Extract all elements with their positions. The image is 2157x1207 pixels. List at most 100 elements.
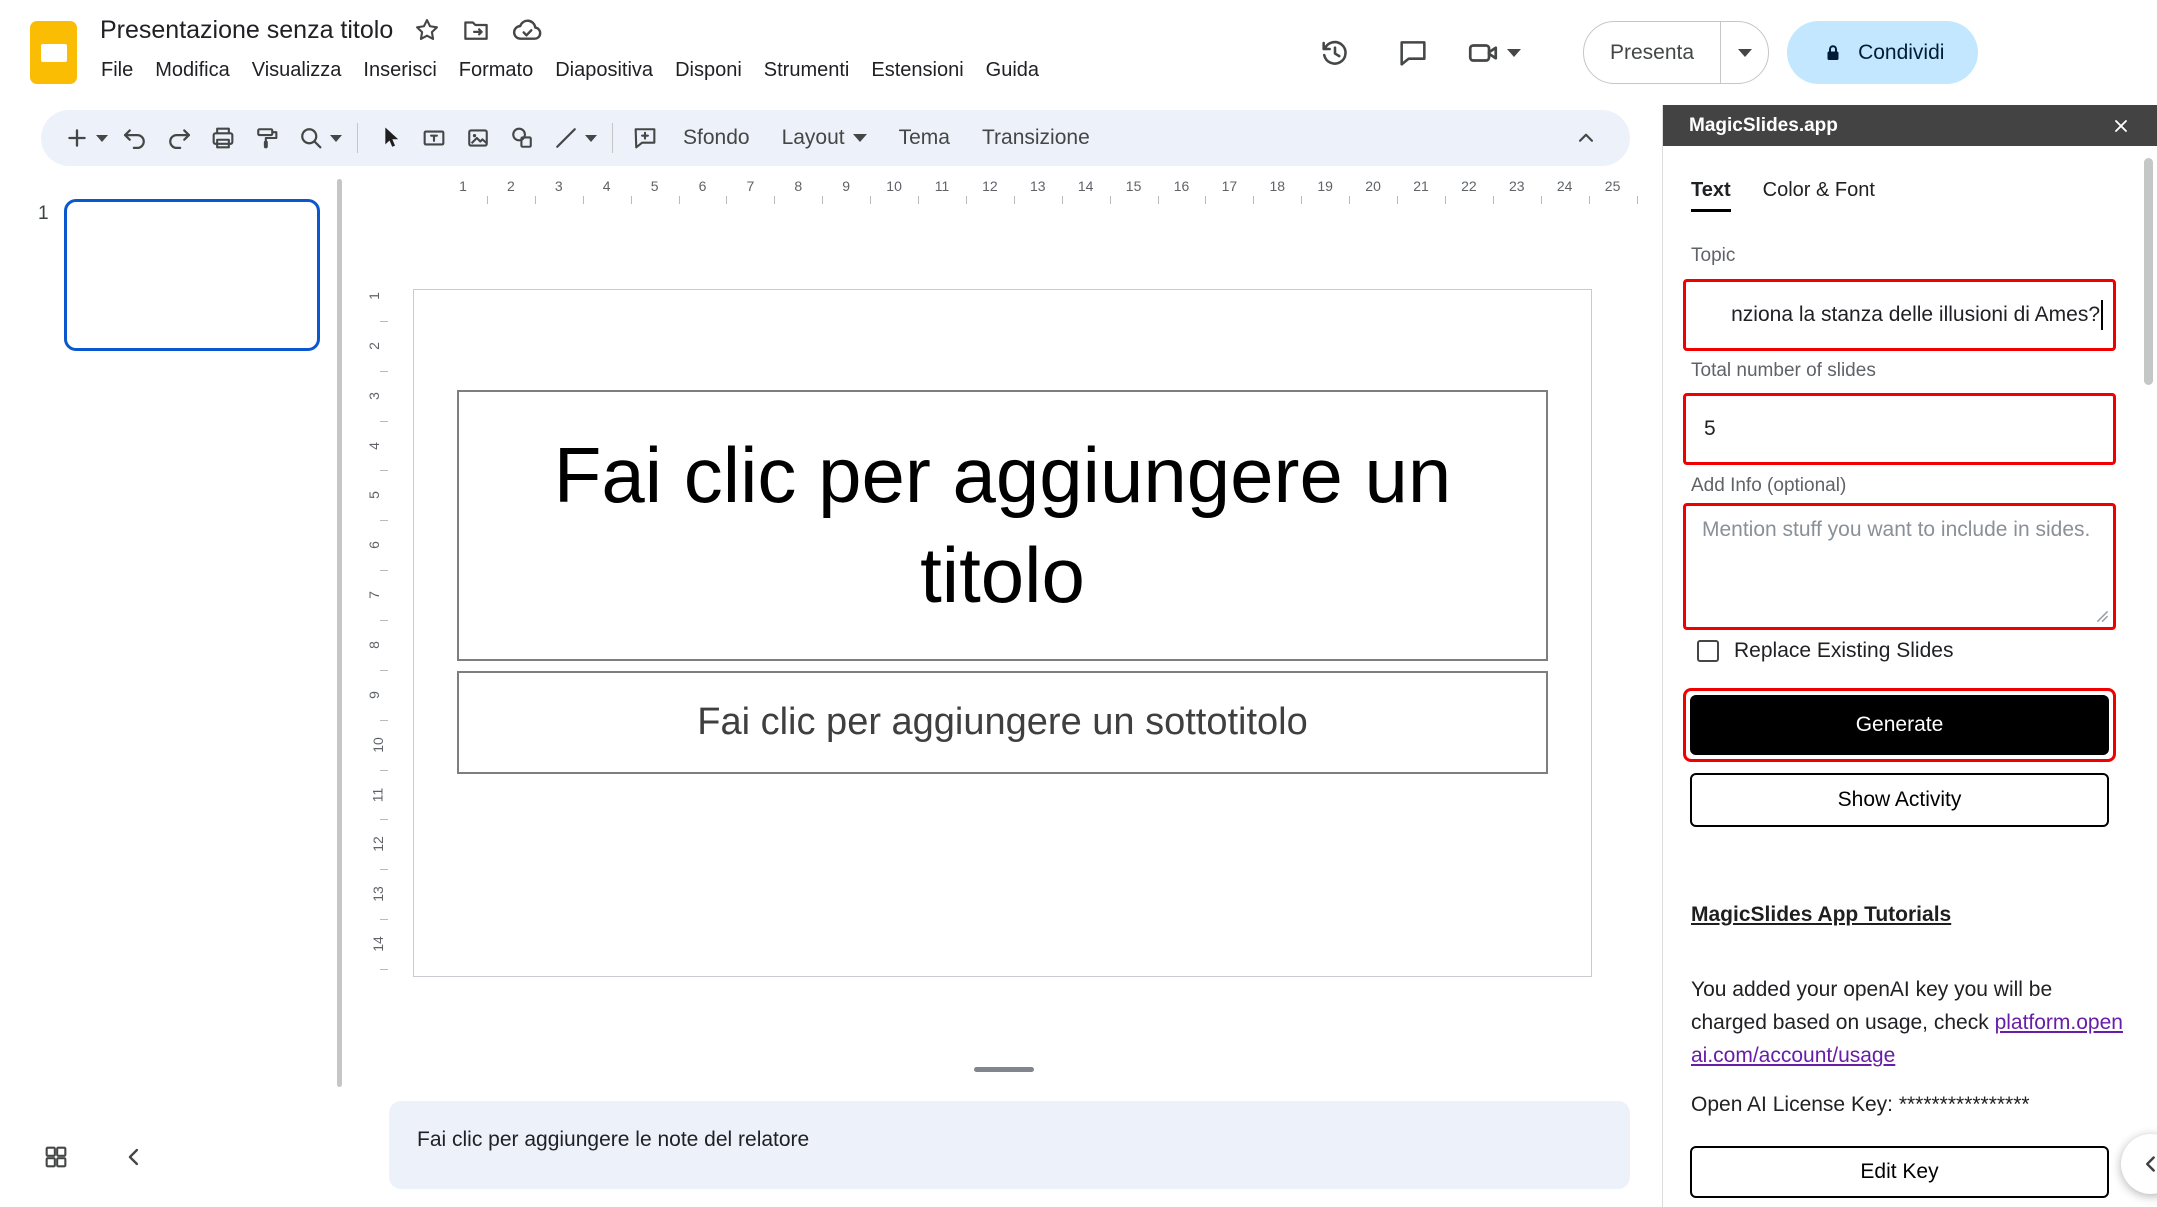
ruler-number: 9 — [366, 691, 382, 699]
present-button[interactable]: Presenta — [1584, 22, 1720, 83]
ruler-tick — [380, 520, 388, 521]
ruler-number: 7 — [366, 591, 382, 599]
resize-grip-icon[interactable] — [2095, 609, 2110, 624]
ruler-number: 10 — [886, 178, 902, 194]
toolbar: Sfondo Layout Tema Transizione — [0, 105, 1662, 171]
ruler-tick — [1014, 196, 1015, 204]
subtitle-placeholder-box[interactable]: Fai clic per aggiungere un sottotitolo — [457, 671, 1548, 774]
print-button[interactable] — [201, 116, 245, 160]
edit-key-button[interactable]: Edit Key — [1690, 1146, 2109, 1198]
openai-note: You added your openAI key you will be ch… — [1691, 973, 2131, 1072]
sidebar-scrollbar[interactable] — [2144, 158, 2153, 385]
menu-formato[interactable]: Formato — [448, 53, 544, 88]
close-sidebar-button[interactable] — [2111, 116, 2131, 136]
sidebar-tabs: Text Color & Font — [1691, 179, 1875, 212]
insert-image-button[interactable] — [456, 116, 500, 160]
total-slides-input[interactable] — [1683, 393, 2116, 465]
filmstrip-scrollbar[interactable] — [337, 179, 342, 1087]
layout-button[interactable]: Layout — [766, 118, 883, 158]
background-button[interactable]: Sfondo — [667, 118, 766, 158]
insert-textbox-button[interactable] — [412, 116, 456, 160]
license-key-value: **************** — [1899, 1093, 2030, 1116]
collapse-toolbar-button[interactable] — [1564, 116, 1608, 160]
undo-button[interactable] — [113, 116, 157, 160]
caret-down-icon[interactable] — [1507, 49, 1521, 57]
menu-modifica[interactable]: Modifica — [144, 53, 240, 88]
menu-visualizza[interactable]: Visualizza — [241, 53, 353, 88]
collapse-filmstrip-button[interactable] — [108, 1131, 160, 1183]
version-history-button[interactable] — [1309, 27, 1361, 79]
zoom-caret[interactable] — [327, 135, 345, 142]
add-comment-button[interactable] — [623, 116, 667, 160]
title-placeholder-box[interactable]: Fai clic per aggiungere un titolo — [457, 390, 1548, 661]
star-icon[interactable] — [413, 16, 441, 44]
new-slide-caret[interactable] — [93, 135, 111, 142]
meet-camera-button[interactable] — [1465, 35, 1553, 71]
select-tool-button[interactable] — [368, 116, 412, 160]
ruler-tick — [1589, 196, 1590, 204]
notes-resize-handle[interactable] — [974, 1067, 1034, 1072]
redo-button[interactable] — [157, 116, 201, 160]
ruler-number: 12 — [370, 837, 386, 853]
theme-button[interactable]: Tema — [883, 118, 966, 158]
ruler-number: 10 — [370, 737, 386, 753]
vertical-ruler: 1234567891011121314 — [352, 171, 392, 1091]
ruler-tick — [1397, 196, 1398, 204]
menu-file[interactable]: File — [90, 53, 144, 88]
grid-view-button[interactable] — [30, 1131, 82, 1183]
tab-color-font[interactable]: Color & Font — [1763, 179, 1875, 212]
caret-down-icon — [585, 135, 597, 142]
google-slides-logo[interactable] — [30, 21, 77, 84]
ruler-tick — [870, 196, 871, 204]
ruler-number: 22 — [1461, 178, 1477, 194]
present-options-caret[interactable] — [1720, 22, 1768, 83]
ruler-tick — [1253, 196, 1254, 204]
open-comments-button[interactable] — [1387, 27, 1439, 79]
menu-strumenti[interactable]: Strumenti — [753, 53, 861, 88]
line-caret[interactable] — [582, 135, 600, 142]
add-info-textarea[interactable] — [1686, 506, 2113, 627]
show-activity-button[interactable]: Show Activity — [1690, 773, 2109, 827]
ruler-number: 12 — [982, 178, 998, 194]
speaker-notes[interactable]: Fai clic per aggiungere le note del rela… — [389, 1101, 1630, 1189]
share-button[interactable]: Condividi — [1787, 21, 1978, 84]
caret-down-icon — [1738, 49, 1752, 57]
ruler-tick — [1062, 196, 1063, 204]
line-icon — [552, 124, 580, 152]
ruler-tick — [380, 819, 388, 820]
ruler-tick — [380, 869, 388, 870]
paint-format-button[interactable] — [245, 116, 289, 160]
menu-estensioni[interactable]: Estensioni — [860, 53, 974, 88]
ruler-number: 3 — [366, 392, 382, 400]
menu-inserisci[interactable]: Inserisci — [352, 53, 447, 88]
ruler-tick — [380, 670, 388, 671]
printer-icon — [209, 124, 237, 152]
close-icon — [2111, 116, 2131, 136]
chevron-left-icon — [2138, 1151, 2157, 1177]
horizontal-ruler: 1234567891011121314151617181920212223242… — [344, 171, 1662, 209]
top-bar: Presentazione senza titolo File Modifica… — [0, 0, 2157, 105]
menu-diapositiva[interactable]: Diapositiva — [544, 53, 664, 88]
ruler-tick — [380, 919, 388, 920]
topic-input[interactable]: nziona la stanza delle illusioni di Ames… — [1683, 279, 2116, 351]
document-title[interactable]: Presentazione senza titolo — [100, 16, 393, 45]
menu-disponi[interactable]: Disponi — [664, 53, 753, 88]
ruler-tick — [679, 196, 680, 204]
move-folder-icon[interactable] — [461, 15, 491, 45]
menu-guida[interactable]: Guida — [975, 53, 1050, 88]
cloud-status-icon[interactable] — [511, 14, 543, 46]
transition-button[interactable]: Transizione — [966, 118, 1106, 158]
insert-shape-button[interactable] — [500, 116, 544, 160]
slide-canvas[interactable]: Fai clic per aggiungere un titolo Fai cl… — [413, 289, 1592, 977]
slide-thumbnail[interactable] — [64, 199, 320, 351]
replace-existing-checkbox[interactable] — [1697, 640, 1719, 662]
tutorials-link[interactable]: MagicSlides App Tutorials — [1691, 903, 1951, 927]
ruler-tick — [380, 321, 388, 322]
ruler-tick — [1445, 196, 1446, 204]
ruler-number: 2 — [366, 342, 382, 350]
tab-text[interactable]: Text — [1691, 179, 1731, 212]
ruler-number: 11 — [935, 178, 950, 194]
generate-button[interactable]: Generate — [1690, 695, 2109, 755]
ruler-number: 1 — [459, 178, 467, 194]
slide-number: 1 — [38, 203, 49, 225]
